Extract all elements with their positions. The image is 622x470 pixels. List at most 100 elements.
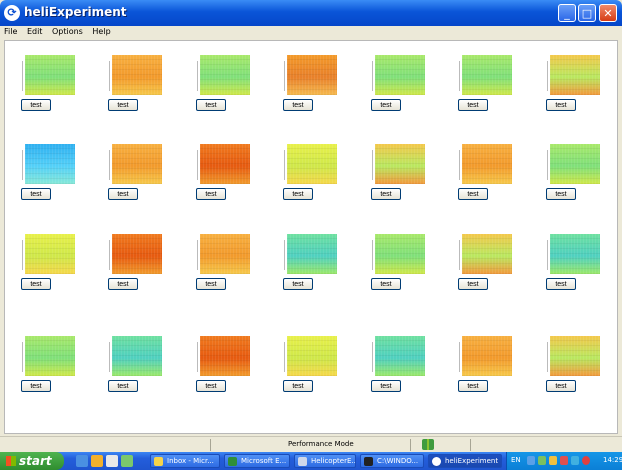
spectrogram-axis xyxy=(197,150,200,180)
spectrogram-cell: test xyxy=(458,328,528,408)
spectrogram-cell: test xyxy=(196,226,266,306)
test-button[interactable]: test xyxy=(283,278,313,290)
test-button[interactable]: test xyxy=(283,380,313,392)
spectrogram-image xyxy=(197,55,250,95)
document-icon xyxy=(298,457,307,466)
task-helicopter[interactable]: HelicopterE... xyxy=(294,454,356,468)
spectrogram-cell: test xyxy=(283,136,353,216)
test-button[interactable]: test xyxy=(371,380,401,392)
test-button[interactable]: test xyxy=(108,380,138,392)
test-button[interactable]: test xyxy=(371,278,401,290)
windows-flag-icon xyxy=(6,456,16,466)
quicklaunch-app-icon[interactable] xyxy=(121,455,133,467)
spectrogram-image xyxy=(459,144,512,184)
spectrogram-cell: test xyxy=(21,47,91,127)
spectrogram-axis xyxy=(459,150,462,180)
window-title: heliExperiment xyxy=(24,5,127,19)
spectrogram-image xyxy=(459,336,512,376)
spectrogram-axis xyxy=(22,342,25,372)
spectrogram-axis xyxy=(547,342,550,372)
menu-edit[interactable]: Edit xyxy=(23,26,46,36)
tray-alert-icon[interactable] xyxy=(560,456,568,465)
spectrogram-image xyxy=(284,55,337,95)
spectrogram-image xyxy=(197,234,250,274)
spectrogram-cell: test xyxy=(108,136,178,216)
test-button[interactable]: test xyxy=(371,99,401,111)
test-button[interactable]: test xyxy=(371,188,401,200)
menu-options[interactable]: Options xyxy=(48,26,86,36)
start-label: start xyxy=(19,454,52,468)
test-button[interactable]: test xyxy=(21,278,51,290)
status-text: Performance Mode xyxy=(288,440,354,448)
menu-bar: File Edit Options Help xyxy=(0,26,622,40)
tray-network-icon[interactable] xyxy=(527,456,535,465)
spectrogram-axis xyxy=(22,150,25,180)
spectrogram-image xyxy=(459,55,512,95)
spectrogram-image xyxy=(197,336,250,376)
menu-help[interactable]: Help xyxy=(88,26,113,36)
spectrogram-axis xyxy=(197,342,200,372)
spectrogram-axis xyxy=(109,61,112,91)
test-button[interactable]: test xyxy=(458,188,488,200)
test-button[interactable]: test xyxy=(196,188,226,200)
test-button[interactable]: test xyxy=(458,278,488,290)
maximize-button[interactable]: □ xyxy=(578,4,596,22)
tray-shield-icon[interactable] xyxy=(582,456,590,465)
test-button[interactable]: test xyxy=(546,188,576,200)
test-button[interactable]: test xyxy=(21,99,51,111)
test-button[interactable]: test xyxy=(196,380,226,392)
spectrogram-image xyxy=(372,234,425,274)
task-inbox[interactable]: Inbox - Micr... xyxy=(150,454,220,468)
menu-file[interactable]: File xyxy=(0,26,20,36)
tray-app-icon[interactable] xyxy=(538,456,546,465)
test-button[interactable]: test xyxy=(196,278,226,290)
status-divider xyxy=(210,439,211,451)
spectrogram-image xyxy=(459,234,512,274)
minimize-button[interactable]: _ xyxy=(558,4,576,22)
spectrogram-image xyxy=(372,144,425,184)
test-button[interactable]: test xyxy=(458,99,488,111)
spectrogram-cell: test xyxy=(196,47,266,127)
spectrogram-cell: test xyxy=(108,47,178,127)
language-indicator[interactable]: EN xyxy=(511,456,521,464)
test-button[interactable]: test xyxy=(283,99,313,111)
test-button[interactable]: test xyxy=(283,188,313,200)
spectrogram-cell: test xyxy=(546,47,616,127)
quicklaunch-ie-icon[interactable] xyxy=(76,455,88,467)
spectrogram-cell: test xyxy=(21,226,91,306)
test-button[interactable]: test xyxy=(458,380,488,392)
spectrogram-cell: test xyxy=(546,328,616,408)
task-heliexperiment[interactable]: heliExperiment xyxy=(428,454,502,468)
spectrogram-axis xyxy=(547,240,550,270)
spectrogram-axis xyxy=(547,61,550,91)
task-excel[interactable]: Microsoft E... xyxy=(224,454,290,468)
title-bar[interactable]: ⟳ heliExperiment _ □ ✕ xyxy=(0,0,622,26)
test-button[interactable]: test xyxy=(108,99,138,111)
start-button[interactable]: start xyxy=(0,452,64,470)
spectrogram-axis xyxy=(109,342,112,372)
spectrogram-image xyxy=(22,55,75,95)
spectrogram-image xyxy=(547,55,600,95)
test-button[interactable]: test xyxy=(108,188,138,200)
test-button[interactable]: test xyxy=(108,278,138,290)
task-cmd[interactable]: C:\WINDO... xyxy=(360,454,424,468)
quicklaunch-desktop-icon[interactable] xyxy=(106,455,118,467)
tray-volume-icon[interactable] xyxy=(571,456,579,465)
tray-security-icon[interactable] xyxy=(549,456,557,465)
test-button[interactable]: test xyxy=(196,99,226,111)
test-button[interactable]: test xyxy=(546,278,576,290)
test-button[interactable]: test xyxy=(21,188,51,200)
spectrogram-axis xyxy=(372,61,375,91)
test-button[interactable]: test xyxy=(546,99,576,111)
quicklaunch-media-icon[interactable] xyxy=(91,455,103,467)
spectrogram-image xyxy=(109,234,162,274)
app-icon: ⟳ xyxy=(4,5,20,21)
app-icon xyxy=(432,457,441,466)
test-button[interactable]: test xyxy=(21,380,51,392)
spectrogram-cell: test xyxy=(196,328,266,408)
test-button[interactable]: test xyxy=(546,380,576,392)
spectrogram-axis xyxy=(22,61,25,91)
close-button[interactable]: ✕ xyxy=(599,4,617,22)
spectrogram-cell: test xyxy=(371,136,441,216)
performance-icon xyxy=(422,439,434,450)
